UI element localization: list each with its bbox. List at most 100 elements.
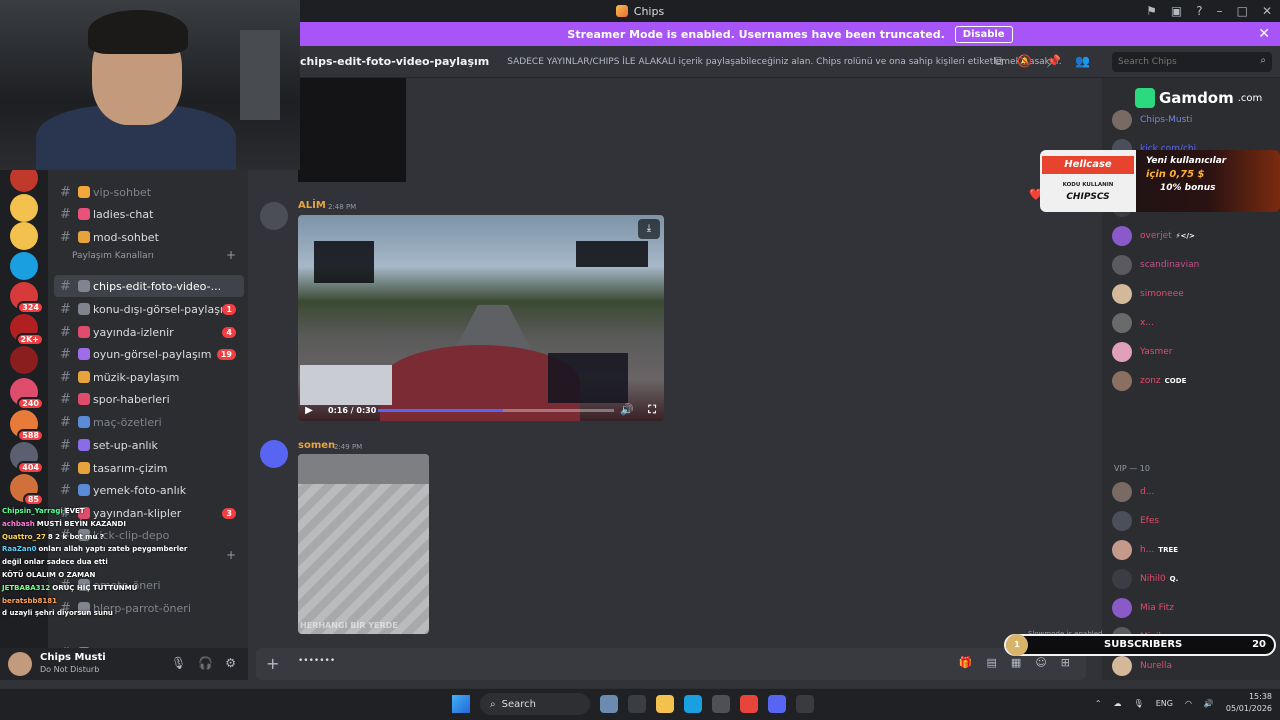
store-icon[interactable]	[712, 695, 730, 713]
channel-item[interactable]: # vip-sohbet	[54, 181, 244, 203]
channel-item[interactable]: # set-up-anlık	[54, 434, 244, 456]
mic-tray-icon[interactable]: 🎙	[1134, 699, 1144, 708]
volume-icon[interactable]: 🔊	[620, 403, 634, 416]
member-item[interactable]: h... TREE	[1112, 538, 1178, 562]
server-icon[interactable]	[10, 252, 38, 280]
member-item[interactable]: scandinavian	[1112, 253, 1199, 277]
server-icon[interactable]: 85	[10, 474, 44, 506]
inbox-icon[interactable]: ⚑	[1146, 4, 1157, 18]
stream-chat-user: Quattro_27	[2, 532, 46, 541]
edge-icon[interactable]	[684, 695, 702, 713]
message-author[interactable]: ALİM	[298, 200, 326, 211]
channel-item[interactable]: # konu-dışı-görsel-paylaşım 1	[54, 298, 244, 320]
channel-item[interactable]: # spor-haberleri	[54, 388, 244, 410]
member-item[interactable]: overjet ⚡</>	[1112, 224, 1195, 248]
apps-icon[interactable]: ⊞	[1061, 656, 1070, 669]
server-icon[interactable]: 588	[10, 410, 44, 442]
channel-item[interactable]: # tasarım-çizim	[54, 457, 244, 479]
channel-emoji-icon	[78, 462, 90, 474]
wifi-icon[interactable]: ◠	[1185, 699, 1192, 708]
app-icon[interactable]	[796, 695, 814, 713]
volume-icon[interactable]: 🔊	[1204, 699, 1214, 708]
notification-icon[interactable]: 🔕	[1017, 54, 1032, 69]
video-progress-bar[interactable]	[378, 409, 614, 412]
close-window-button[interactable]: ✕	[1262, 4, 1272, 18]
member-item[interactable]: Efes	[1112, 509, 1159, 533]
channel-item[interactable]: # maç-özetleri	[54, 411, 244, 433]
composer-text[interactable]: •••••••	[298, 656, 335, 666]
member-item[interactable]: Nihil0 Q.	[1112, 567, 1178, 591]
windows-start-icon[interactable]	[452, 695, 470, 713]
channel-item[interactable]: # yemek-foto-anlık	[54, 479, 244, 501]
settings-gear-icon[interactable]: ⚙	[225, 656, 236, 670]
threads-icon[interactable]: ⧉	[995, 54, 1004, 69]
create-channel-icon[interactable]: +	[226, 548, 236, 562]
gift-icon[interactable]: 🎁	[959, 656, 973, 669]
member-item[interactable]: simoneee	[1112, 282, 1184, 306]
headphones-icon[interactable]: 🎧	[198, 656, 213, 670]
close-icon[interactable]: ✕	[1258, 26, 1270, 42]
unread-badge: 4	[222, 326, 236, 338]
previous-attachment[interactable]	[298, 78, 406, 182]
server-icon[interactable]	[10, 222, 38, 250]
play-icon[interactable]: ▶	[298, 405, 320, 416]
chevron-up-icon[interactable]: ⌃	[1095, 699, 1102, 708]
taskbar-search[interactable]: ⌕ Search	[480, 693, 590, 715]
gif-icon[interactable]: ▤	[987, 656, 997, 669]
channel-item[interactable]: # yayında-izlenir 4	[54, 321, 244, 343]
server-icon[interactable]	[10, 346, 38, 374]
message-author[interactable]: somen	[298, 440, 335, 451]
search-icon: ⌕	[490, 698, 496, 710]
user-name[interactable]: Chips Musti	[40, 652, 106, 663]
onedrive-icon[interactable]: ☁	[1114, 699, 1122, 708]
server-icon[interactable]: 404	[10, 442, 44, 474]
member-item[interactable]: zonz CODE	[1112, 369, 1186, 393]
pin-icon[interactable]: 📌	[1046, 54, 1061, 69]
task-view-icon[interactable]	[628, 695, 646, 713]
sticker-icon[interactable]: ▦	[1011, 656, 1021, 669]
emoji-icon[interactable]: ☺	[1035, 656, 1046, 669]
avatar[interactable]	[260, 440, 288, 468]
member-item[interactable]: Nurella	[1112, 654, 1172, 678]
help-icon[interactable]: ?	[1196, 4, 1202, 18]
disable-streamer-mode-button[interactable]: Disable	[954, 25, 1013, 43]
search-input[interactable]	[1112, 52, 1272, 72]
message-list[interactable]: ALİM 2:48 PM ❤️ 👍 👀 ☺ ⤓ ▶ 0:16 / 0:30 🔊	[248, 78, 1100, 640]
channel-item[interactable]: # mod-sohbet	[54, 226, 244, 248]
create-channel-icon[interactable]: +	[226, 248, 236, 262]
screen-icon[interactable]: ▣	[1171, 4, 1182, 18]
image-attachment[interactable]: HERHANGİ BİR YERDE	[298, 454, 429, 634]
chrome-icon[interactable]	[740, 695, 758, 713]
member-item[interactable]: d...	[1112, 480, 1154, 504]
video-attachment[interactable]: ⤓ ▶ 0:16 / 0:30 🔊 ⛶	[298, 215, 664, 421]
channel-item[interactable]: # chips-edit-foto-video-...	[54, 275, 244, 297]
server-icon[interactable]	[10, 194, 38, 222]
members-icon[interactable]: 👥	[1075, 54, 1090, 69]
fullscreen-icon[interactable]: ⛶	[648, 403, 656, 417]
minimize-button[interactable]: –	[1217, 4, 1223, 18]
server-icon[interactable]: 324	[10, 282, 44, 314]
discord-icon[interactable]	[768, 695, 786, 713]
avatar[interactable]	[8, 652, 32, 676]
member-item[interactable]: x...	[1112, 311, 1154, 335]
avatar[interactable]	[260, 202, 288, 230]
add-attachment-icon[interactable]: +	[266, 654, 279, 673]
clock[interactable]: 15:38 05/01/2026	[1226, 691, 1272, 715]
channel-item[interactable]: # oyun-görsel-paylaşım 19	[54, 343, 244, 365]
maximize-button[interactable]: □	[1237, 4, 1248, 18]
download-icon[interactable]: ⤓	[638, 219, 660, 239]
channel-item[interactable]: # müzik-paylaşım	[54, 366, 244, 388]
server-icon[interactable]: 2K+	[10, 314, 44, 346]
member-item[interactable]: Yasmer	[1112, 340, 1172, 364]
message-composer[interactable]: + ••••••• 🎁 ▤ ▦ ☺ ⊞	[256, 648, 1086, 680]
vip-group-header: VIP — 10	[1114, 464, 1150, 473]
channel-item[interactable]: # ladies-chat	[54, 203, 244, 225]
file-explorer-icon[interactable]	[656, 695, 674, 713]
language-indicator[interactable]: ENG	[1156, 699, 1173, 708]
subscriber-label: SUBSCRIBERS	[1104, 639, 1183, 650]
member-item[interactable]: Mia Fitz	[1112, 596, 1174, 620]
category-paylasim[interactable]: Paylaşım Kanalları	[72, 251, 154, 261]
widgets-icon[interactable]	[600, 695, 618, 713]
microphone-icon[interactable]: 🎙	[171, 656, 186, 670]
server-icon[interactable]: 240	[10, 378, 44, 410]
